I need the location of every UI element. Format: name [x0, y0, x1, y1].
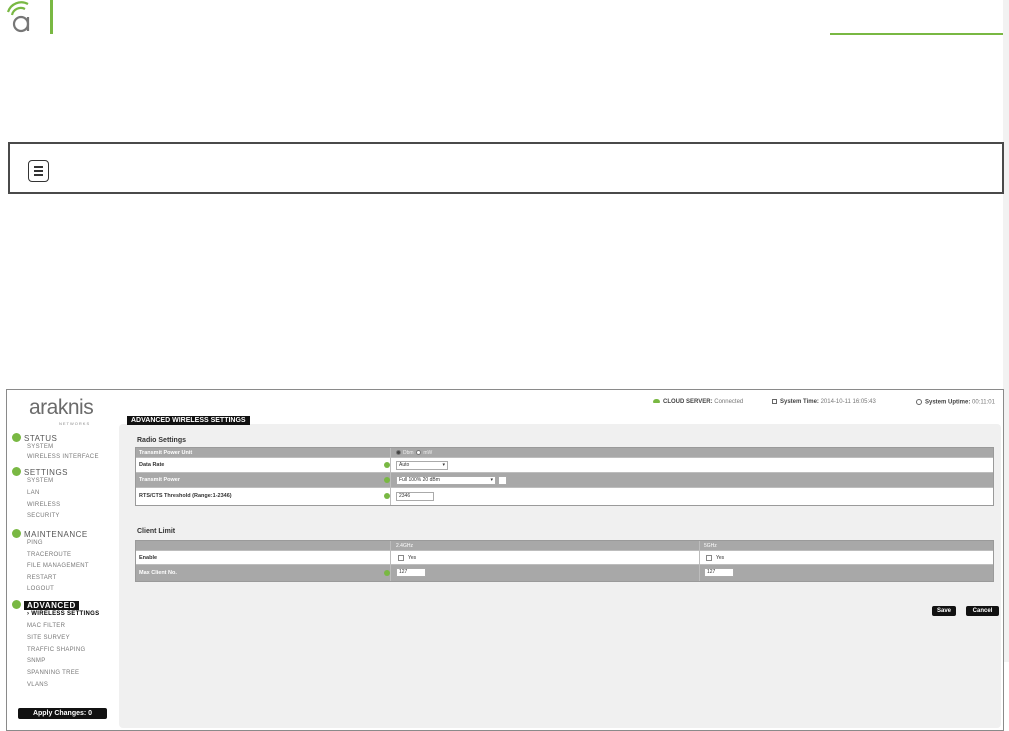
settings-dot-icon — [12, 467, 21, 476]
client-limit-table: 2.4GHz 5GHz Enable Yes Yes Max Client No… — [135, 540, 994, 582]
transmit-power-extra — [498, 476, 507, 485]
transmit-power-select[interactable]: Full 100% 20 dBm — [396, 476, 496, 485]
status-dot-icon — [12, 433, 21, 442]
sidebar-section-maintenance[interactable]: MAINTENANCE — [12, 529, 88, 539]
header-rule — [830, 33, 1008, 35]
sidebar-item-logout[interactable]: LOGOUT — [27, 586, 54, 592]
sidebar-item-vlans[interactable]: VLANS — [27, 682, 48, 688]
save-button[interactable]: Save — [932, 606, 956, 616]
col-5ghz: 5GHz — [704, 543, 717, 549]
row-rts-threshold: RTS/CTS Threshold (Range:1-2346) 2346 — [136, 488, 993, 505]
header-accent-bar — [50, 0, 53, 34]
router-ui-screenshot: araknis NETWORKS CLOUD SERVER: Connected… — [6, 389, 1004, 731]
main-panel: Radio Settings Transmit Power Unit Dbm m… — [119, 424, 1001, 728]
sidebar-item-traffic-shaping[interactable]: TRAFFIC SHAPING — [27, 647, 86, 653]
advanced-dot-icon — [12, 600, 21, 609]
system-time: System Time: 2014-10-11 16:05:43 — [772, 399, 876, 409]
cloud-icon — [653, 399, 660, 404]
sidebar-section-advanced[interactable]: ADVANCED — [12, 600, 79, 610]
clock-box-icon — [772, 399, 777, 404]
sidebar-item-security[interactable]: SECURITY — [27, 513, 60, 519]
sidebar-item-status-system[interactable]: SYSTEM — [27, 444, 53, 450]
sidebar-item-file-management[interactable]: FILE MANAGEMENT — [27, 563, 89, 569]
note-icon — [28, 160, 49, 182]
apply-changes-button[interactable]: Apply Changes: 0 — [18, 708, 107, 719]
sidebar-item-mac-filter[interactable]: MAC FILTER — [27, 623, 65, 629]
enable-5ghz-checkbox[interactable] — [706, 555, 712, 561]
sidebar-item-traceroute[interactable]: TRACEROUTE — [27, 552, 71, 558]
page: araknis NETWORKS CLOUD SERVER: Connected… — [0, 0, 1009, 731]
max-client-24-input[interactable]: 127 — [396, 568, 426, 577]
radio-settings-title: Radio Settings — [137, 437, 187, 444]
cancel-button[interactable]: Cancel — [966, 606, 999, 616]
rts-threshold-input[interactable]: 2346 — [396, 492, 434, 501]
maintenance-dot-icon — [12, 529, 21, 538]
sidebar-item-wireless-interface[interactable]: WIRELESS INTERFACE — [27, 454, 99, 460]
araknis-logo-icon — [6, 1, 30, 33]
radio-settings-table: Transmit Power Unit Dbm mW Data Rate Aut… — [135, 447, 994, 506]
page-title: ADVANCED WIRELESS SETTINGS — [127, 416, 250, 425]
client-limit-title: Client Limit — [137, 528, 176, 535]
sidebar-section-status[interactable]: STATUS — [12, 433, 57, 443]
radio-dbm[interactable] — [396, 450, 401, 456]
power-unit-radios: Dbm mW — [396, 448, 432, 458]
sidebar-item-wireless-settings[interactable]: › WIRELESS SETTINGS — [27, 611, 99, 617]
row-power-unit: Transmit Power Unit Dbm mW — [136, 448, 993, 458]
sidebar-item-wireless[interactable]: WIRELESS — [27, 502, 60, 508]
note-box — [8, 142, 1004, 194]
sidebar-item-site-survey[interactable]: SITE SURVEY — [27, 635, 70, 641]
sidebar-section-settings[interactable]: SETTINGS — [12, 467, 68, 477]
brand-subtitle: NETWORKS — [59, 421, 91, 426]
row-transmit-power: Transmit Power Full 100% 20 dBm — [136, 473, 993, 488]
row-client-header: 2.4GHz 5GHz — [136, 541, 993, 551]
sidebar-item-restart[interactable]: RESTART — [27, 575, 57, 581]
enable-24ghz-checkbox[interactable] — [398, 555, 404, 561]
sidebar-item-lan[interactable]: LAN — [27, 490, 40, 496]
row-client-enable: Enable Yes Yes — [136, 551, 993, 565]
cloud-status: CLOUD SERVER: Connected — [653, 399, 743, 409]
col-24ghz: 2.4GHz — [396, 543, 413, 549]
radio-mw[interactable] — [416, 450, 422, 456]
uptime-icon — [916, 399, 922, 405]
sidebar-item-snmp[interactable]: SNMP — [27, 658, 46, 664]
max-client-5-input[interactable]: 127 — [704, 568, 734, 577]
row-data-rate: Data Rate Auto — [136, 458, 993, 473]
sidebar: STATUS SYSTEM WIRELESS INTERFACE SETTING… — [7, 428, 117, 730]
data-rate-select[interactable]: Auto — [396, 461, 448, 470]
sidebar-item-settings-system[interactable]: SYSTEM — [27, 478, 53, 484]
brand-logo: araknis — [29, 396, 94, 419]
sidebar-item-ping[interactable]: PING — [27, 540, 43, 546]
row-max-client: Max Client No. 127 127 — [136, 565, 993, 581]
system-uptime: System Uptime: 00:11:01 — [916, 399, 995, 409]
sidebar-item-spanning-tree[interactable]: SPANNING TREE — [27, 670, 79, 676]
